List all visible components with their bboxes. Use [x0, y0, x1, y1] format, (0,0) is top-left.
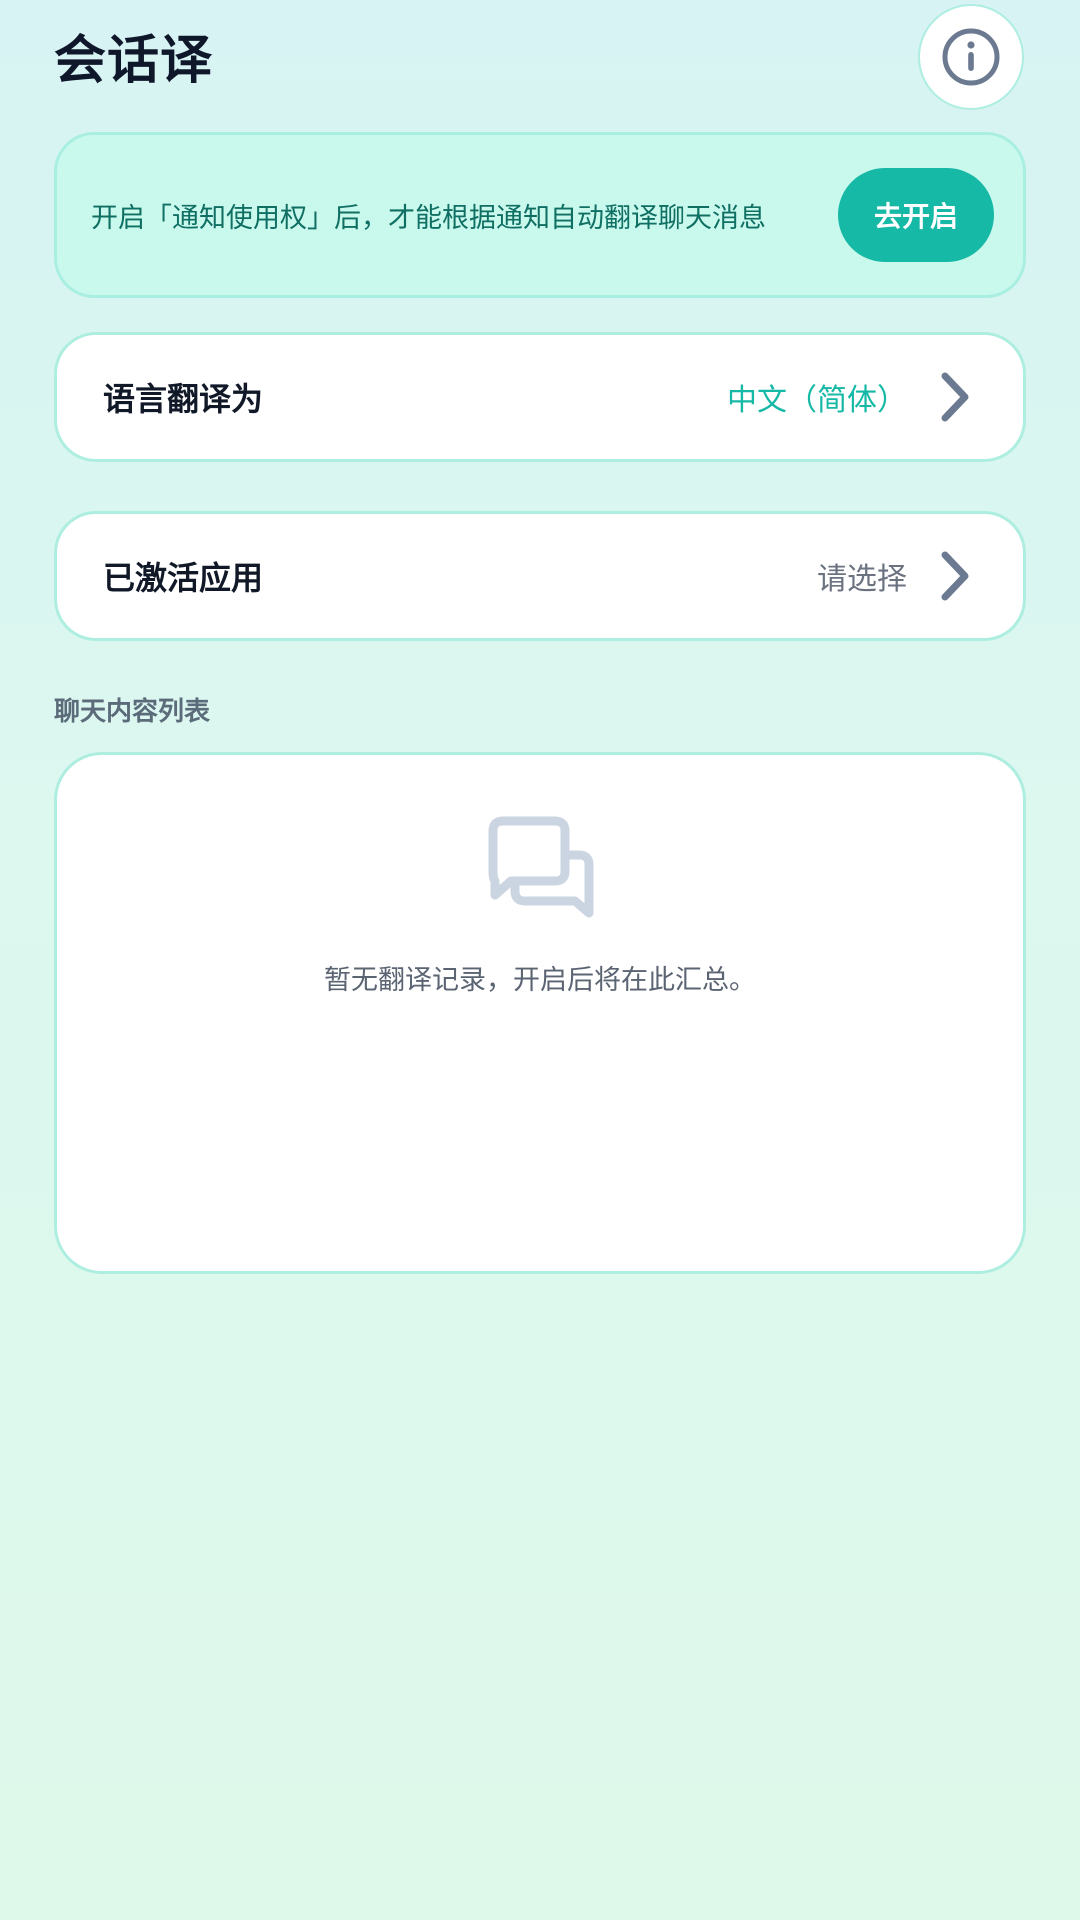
page-title: 会话译	[54, 31, 214, 91]
translate-language-value: 中文（简体）	[727, 383, 907, 418]
chevron-right-icon	[941, 551, 969, 601]
info-icon	[942, 28, 1000, 86]
empty-state-text: 暂无翻译记录，开启后将在此汇总。	[324, 965, 756, 996]
activated-apps-label: 已激活应用	[103, 559, 264, 597]
activated-apps-row[interactable]: 已激活应用 请选择	[54, 511, 1026, 641]
enable-permission-button[interactable]: 去开启	[838, 168, 994, 262]
chat-list-card: 暂无翻译记录，开启后将在此汇总。	[54, 752, 1026, 1274]
chat-bubbles-icon	[488, 816, 594, 918]
translate-language-label: 语言翻译为	[103, 380, 264, 418]
notification-permission-banner: 开启「通知使用权」后，才能根据通知自动翻译聊天消息 去开启	[54, 132, 1026, 298]
translate-language-row[interactable]: 语言翻译为 中文（简体）	[54, 332, 1026, 462]
chevron-right-icon	[941, 372, 969, 422]
activated-apps-value: 请选择	[817, 562, 907, 597]
info-button[interactable]	[918, 4, 1024, 110]
banner-text: 开启「通知使用权」后，才能根据通知自动翻译聊天消息	[91, 202, 766, 234]
chat-list-section-title: 聊天内容列表	[54, 697, 211, 727]
